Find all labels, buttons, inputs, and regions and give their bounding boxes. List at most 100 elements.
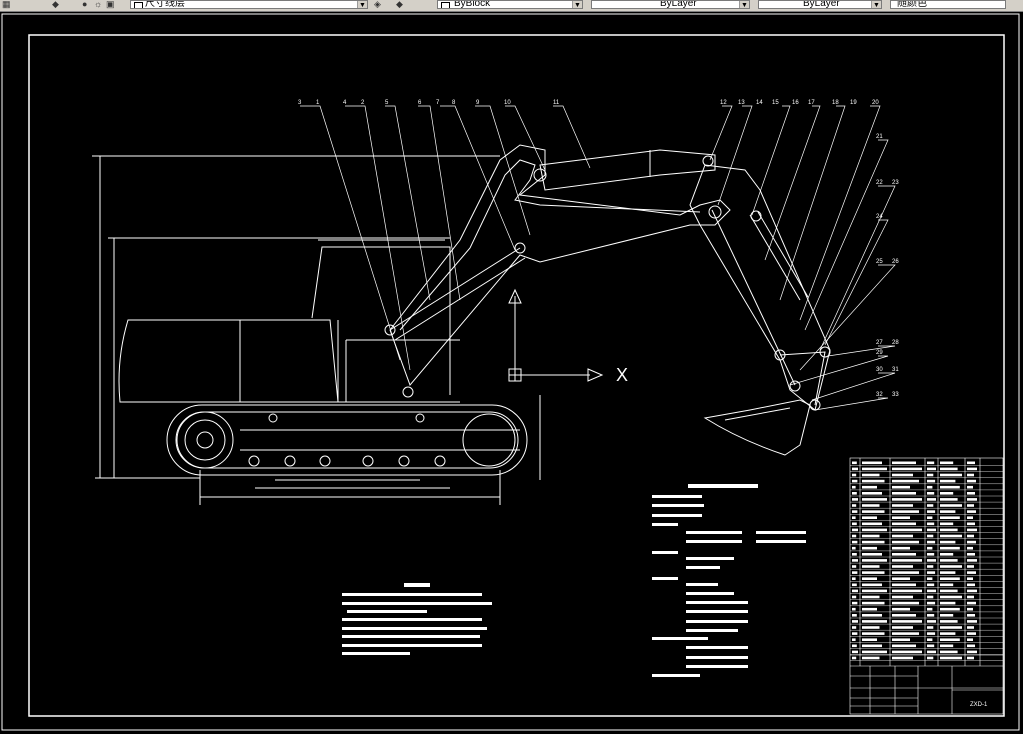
bom-cell-mark: [940, 522, 954, 526]
bom-cell-mark: [927, 583, 935, 587]
bom-cell-mark: [940, 461, 954, 465]
bom-cell-mark: [927, 553, 935, 556]
bom-cell-mark: [940, 553, 954, 556]
bom-cell-mark: [927, 461, 935, 465]
bom-cell-mark: [927, 632, 936, 635]
bom-cell-mark: [852, 614, 857, 617]
bom-cell-mark: [852, 522, 857, 526]
bom-cell-mark: [852, 644, 857, 648]
bom-cell-mark: [927, 516, 933, 519]
bom-cell-mark: [852, 595, 857, 599]
bom-cell-mark: [940, 626, 962, 629]
bom-cell-mark: [862, 504, 880, 507]
bom-cell-mark: [927, 626, 934, 629]
bom-cell-mark: [927, 473, 934, 477]
bom-cell-mark: [940, 656, 962, 660]
linetype-combo-value: ByLayer: [660, 0, 697, 9]
lineweight-combo[interactable]: ByLayer ▼: [758, 0, 882, 9]
callout-label: 15: [772, 100, 779, 106]
bom-cell-mark: [852, 516, 856, 519]
bom-cell-mark: [852, 638, 856, 641]
bom-cell-mark: [862, 577, 877, 580]
bom-cell-mark: [940, 607, 960, 611]
bom-cell-mark: [927, 510, 936, 513]
callout-label: 24: [876, 214, 883, 220]
bom-cell-mark: [892, 479, 919, 483]
callout-label: 21: [876, 134, 883, 140]
callout-label: 30: [876, 367, 883, 373]
bom-cell-mark: [852, 559, 858, 562]
bom-cell-mark: [852, 656, 857, 660]
bom-cell-mark: [967, 553, 975, 556]
bom-cell-mark: [967, 510, 976, 513]
bom-cell-mark: [927, 656, 934, 660]
bom-cell-mark: [940, 583, 954, 587]
color-combo[interactable]: ByBlock ▼: [437, 0, 583, 9]
bom-cell-mark: [862, 516, 877, 519]
chevron-down-icon[interactable]: ▼: [572, 1, 582, 8]
bom-cell-mark: [940, 492, 954, 495]
bom-cell-mark: [852, 577, 856, 580]
layer-lock-icon[interactable]: ▣: [106, 0, 115, 9]
bom-cell-mark: [852, 553, 857, 556]
bom-cell-mark: [862, 485, 877, 489]
bom-cell-mark: [927, 522, 935, 526]
bom-cell-mark: [892, 559, 922, 562]
bom-cell-mark: [940, 546, 960, 550]
bom-cell-mark: [892, 565, 913, 568]
bom-cell-mark: [940, 571, 956, 574]
bom-cell-mark: [862, 589, 887, 593]
bom-cell-mark: [852, 540, 858, 544]
chevron-down-icon[interactable]: ▼: [739, 1, 749, 8]
bom-cell-mark: [927, 595, 934, 599]
layer-previous-icon[interactable]: ◆: [396, 0, 403, 9]
drawing-canvas[interactable]: 3 1 4 2 5 6 7 8 9 10 11 12 13 14 15 16 1…: [0, 12, 1023, 734]
bom-cell-mark: [892, 522, 916, 526]
callout-label: 19: [850, 100, 857, 106]
color-swatch-icon: [134, 2, 143, 8]
bom-cell-mark: [967, 473, 974, 477]
bom-cell-mark: [967, 492, 975, 495]
chevron-down-icon[interactable]: ▼: [357, 1, 367, 8]
callout-label: 31: [892, 367, 899, 373]
bom-cell-mark: [892, 583, 916, 587]
bom-cell-mark: [927, 498, 936, 501]
bom-cell-mark: [967, 540, 976, 544]
layers-icon[interactable]: ▦: [2, 0, 11, 9]
bom-cell-mark: [967, 577, 973, 580]
bom-cell-mark: [892, 516, 910, 519]
bom-cell-mark: [927, 650, 936, 654]
bom-cell-mark: [940, 473, 962, 477]
bom-cell-mark: [967, 498, 977, 501]
bom-cell-mark: [967, 571, 976, 574]
bom-cell-mark: [967, 461, 975, 465]
bom-cell-mark: [940, 528, 958, 532]
bom-cell-mark: [862, 492, 882, 495]
bom-cell-mark: [967, 644, 975, 648]
callout-label: 18: [832, 100, 839, 106]
callout-label: 10: [504, 100, 511, 106]
bom-cell-mark: [940, 595, 962, 599]
chevron-down-icon[interactable]: ▼: [871, 1, 881, 8]
bom-cell-mark: [892, 498, 922, 501]
bom-cell-mark: [852, 571, 858, 574]
bom-cell-mark: [940, 650, 958, 654]
lightbulb-icon[interactable]: ●: [82, 0, 87, 9]
layer-combo[interactable]: 尺寸线层 ▼: [130, 0, 368, 9]
sun-icon[interactable]: ☼: [94, 0, 102, 9]
plotstyle-combo[interactable]: 随颜色: [890, 0, 1006, 9]
callout-label: 11: [553, 100, 560, 106]
bom-cell-mark: [940, 498, 958, 501]
bom-cell-mark: [892, 626, 913, 629]
bom-cell-mark: [927, 620, 936, 623]
callout-label: 13: [738, 100, 745, 106]
bom-cell-mark: [852, 589, 858, 593]
linetype-combo[interactable]: ByLayer ▼: [591, 0, 750, 9]
bom-cell-mark: [927, 614, 935, 617]
bom-cell-mark: [967, 467, 977, 471]
bom-cell-mark: [852, 607, 856, 611]
make-current-icon[interactable]: ◈: [374, 0, 381, 9]
bom-cell-mark: [862, 595, 880, 599]
layer-manager-icon[interactable]: ◆: [52, 0, 59, 9]
bom-cell-mark: [862, 467, 887, 471]
